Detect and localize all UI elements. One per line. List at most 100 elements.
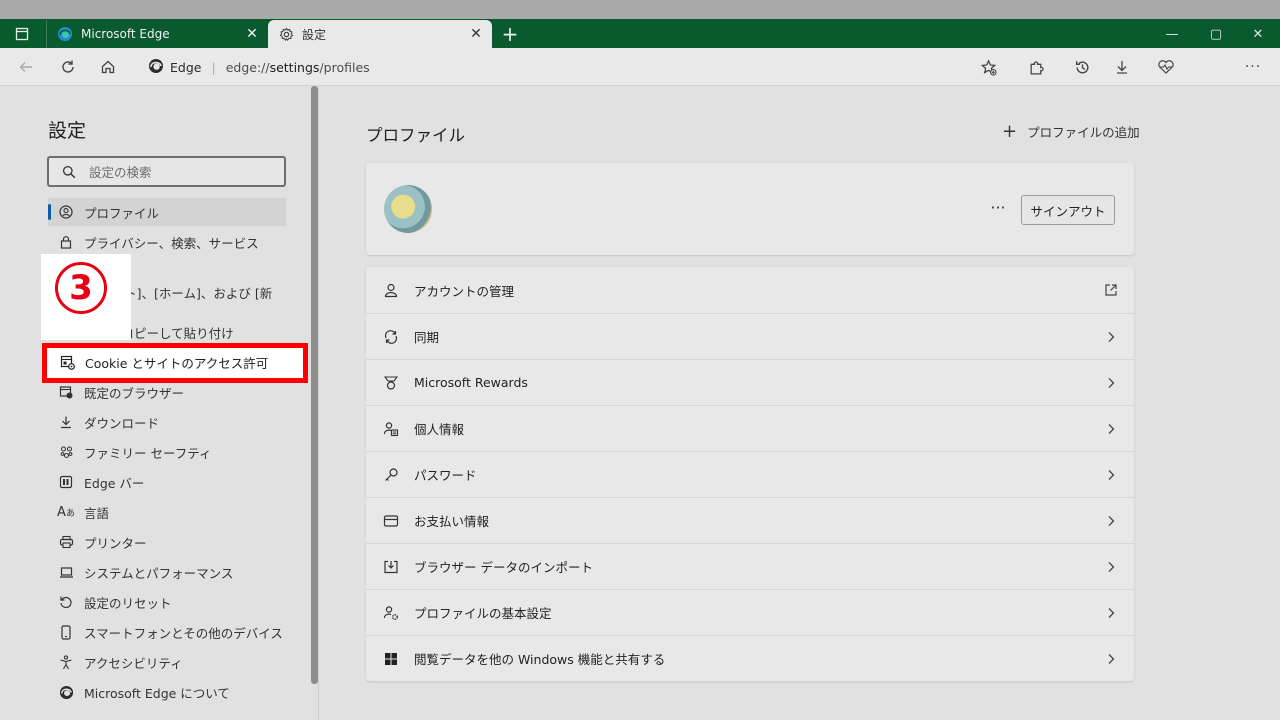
health-heart-icon[interactable] (1154, 56, 1178, 78)
list-item-payment-info[interactable]: お支払い情報 (366, 497, 1134, 543)
import-icon (382, 558, 400, 576)
sidebar-item-privacy[interactable]: プライバシー、検索、サービス (48, 228, 286, 256)
sync-icon (382, 328, 400, 346)
chevron-right-icon (1102, 466, 1120, 484)
profile-card: ··· サインアウト (366, 163, 1134, 255)
list-item-personal-info[interactable]: 個人情報 (366, 405, 1134, 451)
tab-title: 設定 (302, 27, 327, 42)
language-icon: Aあ (57, 504, 75, 520)
sidebar-item-language[interactable]: Aあ 言語 (48, 498, 286, 526)
panel-divider (318, 86, 319, 720)
step-number-badge: 3 (55, 262, 107, 314)
list-item-share-browsing-data[interactable]: 閲覧データを他の Windows 機能と共有する (366, 635, 1134, 681)
chevron-right-icon (1102, 650, 1120, 668)
url-field[interactable]: Edge | edge://settings/profiles (148, 56, 370, 78)
sidebar-item-system-performance[interactable]: システムとパフォーマンス (48, 558, 286, 586)
highlight-cookie-item[interactable]: Cookie とサイトのアクセス許可 (42, 343, 308, 383)
sidebar-item-label: プリンター (84, 535, 147, 551)
download-icon (58, 414, 74, 430)
extensions-icon[interactable] (1024, 56, 1048, 78)
close-window-button[interactable]: ✕ (1236, 23, 1280, 45)
home-icon[interactable] (96, 56, 120, 78)
search-placeholder: 設定の検索 (89, 165, 152, 180)
tab-bar: Microsoft Edge ✕ 設定 ✕ + — ▢ ✕ (0, 19, 1280, 48)
sidebar-item-label: ダウンロード (84, 415, 160, 431)
laptop-icon (58, 564, 74, 580)
signout-button[interactable]: サインアウト (1021, 195, 1115, 225)
edge-bar-icon (58, 474, 74, 490)
edge-logo-icon (148, 58, 164, 77)
list-item-label: 同期 (414, 330, 440, 345)
list-item-passwords[interactable]: パスワード (366, 451, 1134, 497)
new-tab-button[interactable]: + (498, 22, 522, 46)
history-icon[interactable] (1070, 56, 1094, 78)
highlight-label: Cookie とサイトのアクセス許可 (85, 356, 269, 371)
chevron-right-icon (1102, 512, 1120, 530)
sidebar-item-label: スマートフォンとその他のデバイス (84, 625, 283, 641)
edge-logo-icon (58, 684, 74, 700)
settings-search-input[interactable]: 設定の検索 (47, 156, 286, 187)
refresh-icon[interactable] (56, 56, 80, 78)
sidebar-item-about-edge[interactable]: Microsoft Edge について (48, 678, 286, 706)
close-tab-icon[interactable]: ✕ (466, 24, 486, 44)
list-item-sync[interactable]: 同期 (366, 313, 1134, 359)
sidebar-item-label: 設定のリセット (84, 595, 172, 611)
default-browser-icon (58, 384, 74, 400)
list-item-import-data[interactable]: ブラウザー データのインポート (366, 543, 1134, 589)
tab-actions-icon (15, 27, 29, 41)
close-tab-icon[interactable]: ✕ (242, 24, 262, 44)
cookie-site-icon (59, 355, 75, 371)
tab-settings[interactable]: 設定 ✕ (268, 20, 492, 48)
add-profile-label: プロファイルの追加 (1027, 125, 1140, 140)
windows-icon (382, 650, 400, 668)
sidebar-item-downloads[interactable]: ダウンロード (48, 408, 286, 436)
list-item-label: お支払い情報 (414, 514, 490, 529)
add-profile-button[interactable]: + プロファイルの追加 (1002, 122, 1140, 141)
sidebar-item-profile[interactable]: プロファイル (48, 198, 286, 226)
sidebar-item-accessibility[interactable]: アクセシビリティ (48, 648, 286, 676)
chevron-right-icon (1102, 328, 1120, 346)
sidebar-item-label: 言語 (84, 505, 110, 521)
chevron-right-icon (1102, 420, 1120, 438)
sidebar-item-label: ファミリー セーフティ (84, 445, 212, 461)
sidebar-item-reset[interactable]: 設定のリセット (48, 588, 286, 616)
address-bar: Edge | edge://settings/profiles ··· (0, 48, 1280, 86)
printer-icon (58, 534, 74, 550)
personal-info-icon (382, 420, 400, 438)
sidebar-item-family-safety[interactable]: ファミリー セーフティ (48, 438, 286, 466)
minimize-button[interactable]: — (1150, 23, 1194, 45)
sidebar-title: 設定 (48, 120, 87, 142)
restore-button[interactable]: ▢ (1194, 23, 1238, 45)
download-icon[interactable] (1110, 56, 1134, 78)
edge-logo-icon (57, 26, 73, 42)
sidebar-item-edge-bar[interactable]: Edge バー (48, 468, 286, 496)
sidebar-scrollbar[interactable] (311, 86, 318, 684)
list-item-label: プロファイルの基本設定 (414, 606, 552, 621)
family-icon (58, 444, 74, 460)
list-item-label: アカウントの管理 (414, 283, 515, 299)
list-item-profile-preferences[interactable]: プロファイルの基本設定 (366, 589, 1134, 635)
favorite-star-icon[interactable] (976, 56, 1000, 78)
sidebar-item-label: システムとパフォーマンス (84, 565, 234, 581)
avatar[interactable] (384, 185, 432, 233)
window-top-frame (0, 0, 1280, 19)
url-prefix: edge:// (225, 59, 270, 75)
list-item-rewards[interactable]: Microsoft Rewards (366, 359, 1134, 405)
list-item-label: 閲覧データを他の Windows 機能と共有する (414, 652, 666, 667)
back-arrow-icon[interactable] (14, 56, 38, 78)
url-strong: settings (269, 59, 320, 75)
tab-actions-button[interactable] (8, 24, 36, 44)
sidebar-item-label: アクセシビリティ (84, 655, 183, 671)
accessibility-icon (58, 654, 74, 670)
sidebar-item-printer[interactable]: プリンター (48, 528, 286, 556)
list-item-manage-account[interactable]: アカウントの管理 (366, 267, 1134, 313)
tab-microsoft-edge[interactable]: Microsoft Edge ✕ (46, 20, 268, 48)
more-menu-icon[interactable]: ··· (1241, 56, 1265, 78)
reset-icon (58, 594, 74, 610)
more-options-icon[interactable]: ··· (986, 195, 1010, 219)
sidebar-item-phone-devices[interactable]: スマートフォンとその他のデバイス (48, 618, 286, 646)
person-icon (382, 281, 400, 299)
lock-icon (58, 234, 74, 250)
list-item-label: 個人情報 (414, 422, 465, 437)
sidebar-item-label: Microsoft Edge について (84, 685, 230, 701)
